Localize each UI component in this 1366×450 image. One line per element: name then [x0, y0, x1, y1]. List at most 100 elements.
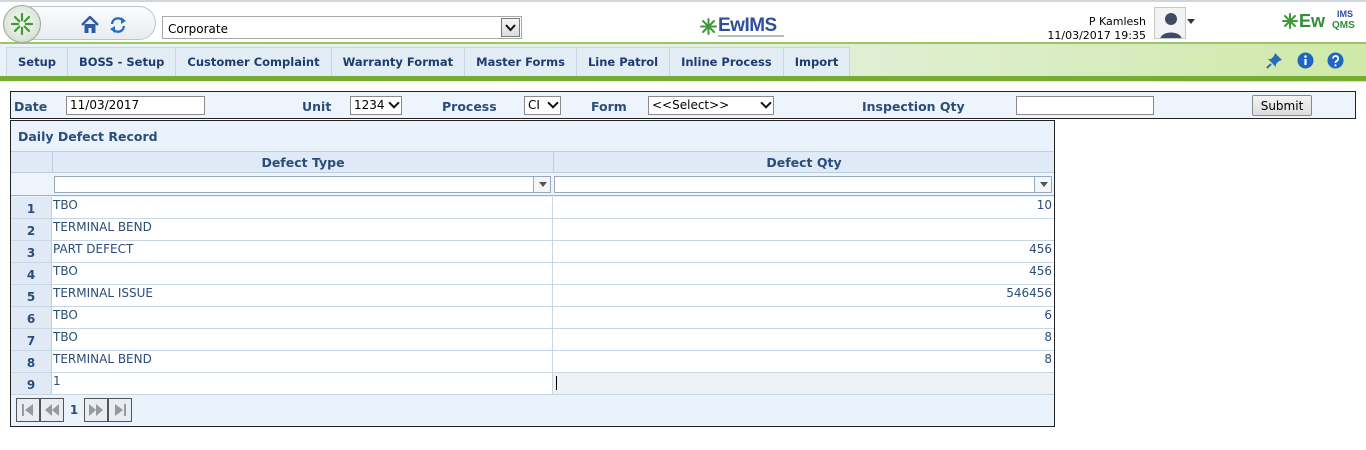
- chevron-down-icon[interactable]: [1034, 177, 1051, 192]
- defect-qty-filter[interactable]: [554, 176, 1052, 193]
- grid-title: Daily Defect Record: [18, 129, 158, 144]
- company-select[interactable]: Corporate: [162, 16, 522, 39]
- first-page-button[interactable]: [16, 398, 40, 422]
- pin-icon[interactable]: [1266, 52, 1283, 69]
- refresh-icon[interactable]: [109, 16, 127, 34]
- column-header-defect-type[interactable]: Defect Type: [52, 152, 553, 173]
- table-row[interactable]: 7 TBO 8: [11, 329, 1054, 351]
- defect-qty-edit-cell[interactable]: [553, 373, 1054, 394]
- defect-type-cell[interactable]: TERMINAL BEND: [53, 220, 152, 234]
- defect-qty-cell[interactable]: 456: [1029, 264, 1052, 278]
- defect-qty-cell[interactable]: 546456: [1006, 286, 1052, 300]
- row-number: 5: [11, 285, 52, 306]
- ewqms-logo-qms: QMS: [1332, 20, 1355, 31]
- text-cursor: [556, 376, 557, 390]
- defect-qty-cell[interactable]: 8: [1044, 330, 1052, 344]
- inspection-qty-input[interactable]: [1016, 96, 1154, 115]
- unit-label: Unit: [302, 99, 332, 114]
- ewims-logo: EwIMS: [700, 15, 786, 39]
- defect-qty-cell[interactable]: 8: [1044, 352, 1052, 366]
- chevron-down-icon: [547, 97, 559, 109]
- table-row[interactable]: 6 TBO 6: [11, 307, 1054, 329]
- menu-item-inline-process[interactable]: Inline Process: [670, 48, 784, 76]
- user-datetime: 11/03/2017 19:35: [1047, 29, 1146, 42]
- menu-item-setup[interactable]: Setup: [7, 48, 68, 76]
- defect-type-cell[interactable]: TBO: [53, 330, 78, 344]
- row-number: 3: [11, 241, 52, 262]
- column-divider: [552, 285, 553, 306]
- ewqms-logo: Ew IMS QMS: [1282, 9, 1362, 36]
- submit-button[interactable]: Submit: [1252, 95, 1312, 116]
- row-number: 2: [11, 219, 52, 240]
- column-header-defect-qty[interactable]: Defect Qty: [553, 152, 1054, 173]
- unit-select[interactable]: 1234: [350, 96, 402, 115]
- table-row[interactable]: 2 TERMINAL BEND: [11, 219, 1054, 241]
- prev-page-button[interactable]: [40, 398, 64, 422]
- menu-item-master-forms[interactable]: Master Forms: [465, 48, 577, 76]
- column-divider: [552, 351, 553, 372]
- defect-qty-cell[interactable]: 10: [1037, 198, 1052, 212]
- process-select[interactable]: CI: [524, 96, 561, 115]
- form-select[interactable]: <<Select>>: [648, 96, 774, 115]
- prev-page-icon: [45, 404, 59, 416]
- column-divider: [552, 263, 553, 284]
- defect-qty-cell[interactable]: 456: [1029, 242, 1052, 256]
- grid-header: Defect Type Defect Qty: [11, 151, 1054, 173]
- menu-item-warranty-format[interactable]: Warranty Format: [332, 48, 466, 76]
- column-divider: [552, 241, 553, 262]
- chevron-down-icon[interactable]: [533, 177, 550, 192]
- menu-item-boss-setup[interactable]: BOSS - Setup: [68, 48, 177, 76]
- ewims-logo-text: EwIMS: [718, 15, 777, 36]
- user-menu-caret-icon[interactable]: [1187, 19, 1195, 24]
- defect-type-cell[interactable]: TBO: [53, 308, 78, 322]
- chevron-down-icon: [760, 97, 772, 109]
- help-icon[interactable]: [1327, 52, 1344, 69]
- date-label: Date: [14, 99, 48, 114]
- table-row-editing[interactable]: 9 1: [11, 373, 1054, 395]
- ewqms-logo-ims: IMS: [1337, 9, 1354, 19]
- grid-filter-row: [11, 174, 1054, 196]
- defect-qty-cell[interactable]: 6: [1044, 308, 1052, 322]
- menu-item-line-patrol[interactable]: Line Patrol: [577, 48, 671, 76]
- inspection-qty-label: Inspection Qty: [862, 99, 965, 114]
- ewqms-logo-ew: Ew: [1299, 11, 1326, 31]
- row-number: 7: [11, 329, 52, 350]
- next-page-icon: [89, 404, 103, 416]
- date-input[interactable]: 11/03/2017: [66, 96, 205, 115]
- chevron-down-icon[interactable]: [501, 18, 520, 37]
- table-row[interactable]: 1 TBO 10: [11, 197, 1054, 219]
- defect-type-cell[interactable]: TBO: [53, 198, 78, 212]
- defect-type-cell[interactable]: TERMINAL ISSUE: [53, 286, 153, 300]
- filter-bar: Date 11/03/2017 Unit 1234 Process CI For…: [10, 91, 1356, 119]
- user-name: P Kamlesh: [1088, 15, 1146, 28]
- menu-item-customer-complaint[interactable]: Customer Complaint: [176, 48, 332, 76]
- process-select-value: CI: [528, 98, 540, 112]
- defect-type-cell[interactable]: 1: [53, 374, 61, 388]
- form-label: Form: [591, 99, 627, 114]
- row-number: 8: [11, 351, 52, 372]
- home-icon[interactable]: [80, 15, 100, 35]
- table-row[interactable]: 5 TERMINAL ISSUE 546456: [11, 285, 1054, 307]
- app-logo-icon[interactable]: [3, 5, 41, 43]
- unit-select-value: 1234: [354, 98, 385, 112]
- user-avatar-icon[interactable]: [1154, 7, 1186, 39]
- table-row[interactable]: 4 TBO 456: [11, 263, 1054, 285]
- table-row[interactable]: 3 PART DEFECT 456: [11, 241, 1054, 263]
- last-page-icon: [115, 404, 126, 416]
- table-row[interactable]: 8 TERMINAL BEND 8: [11, 351, 1054, 373]
- top-header: Corporate EwIMS P Kamlesh 11/03/2017 19:…: [0, 0, 1366, 43]
- ewims-logo-mark-icon: [700, 18, 717, 35]
- next-page-button[interactable]: [84, 398, 108, 422]
- defect-type-cell[interactable]: TERMINAL BEND: [53, 352, 152, 366]
- defect-type-filter[interactable]: [54, 176, 551, 193]
- last-page-button[interactable]: [108, 398, 132, 422]
- menu-item-import[interactable]: Import: [784, 48, 850, 76]
- form-select-value: <<Select>>: [652, 98, 730, 112]
- menu-bar-underline: [0, 76, 1366, 81]
- info-icon[interactable]: [1297, 52, 1314, 69]
- defect-type-cell[interactable]: PART DEFECT: [53, 242, 133, 256]
- chevron-down-icon: [388, 97, 400, 109]
- defect-type-cell[interactable]: TBO: [53, 264, 78, 278]
- grid-pager: 1: [16, 398, 132, 422]
- daily-defect-grid: Daily Defect Record Defect Type Defect Q…: [10, 120, 1055, 427]
